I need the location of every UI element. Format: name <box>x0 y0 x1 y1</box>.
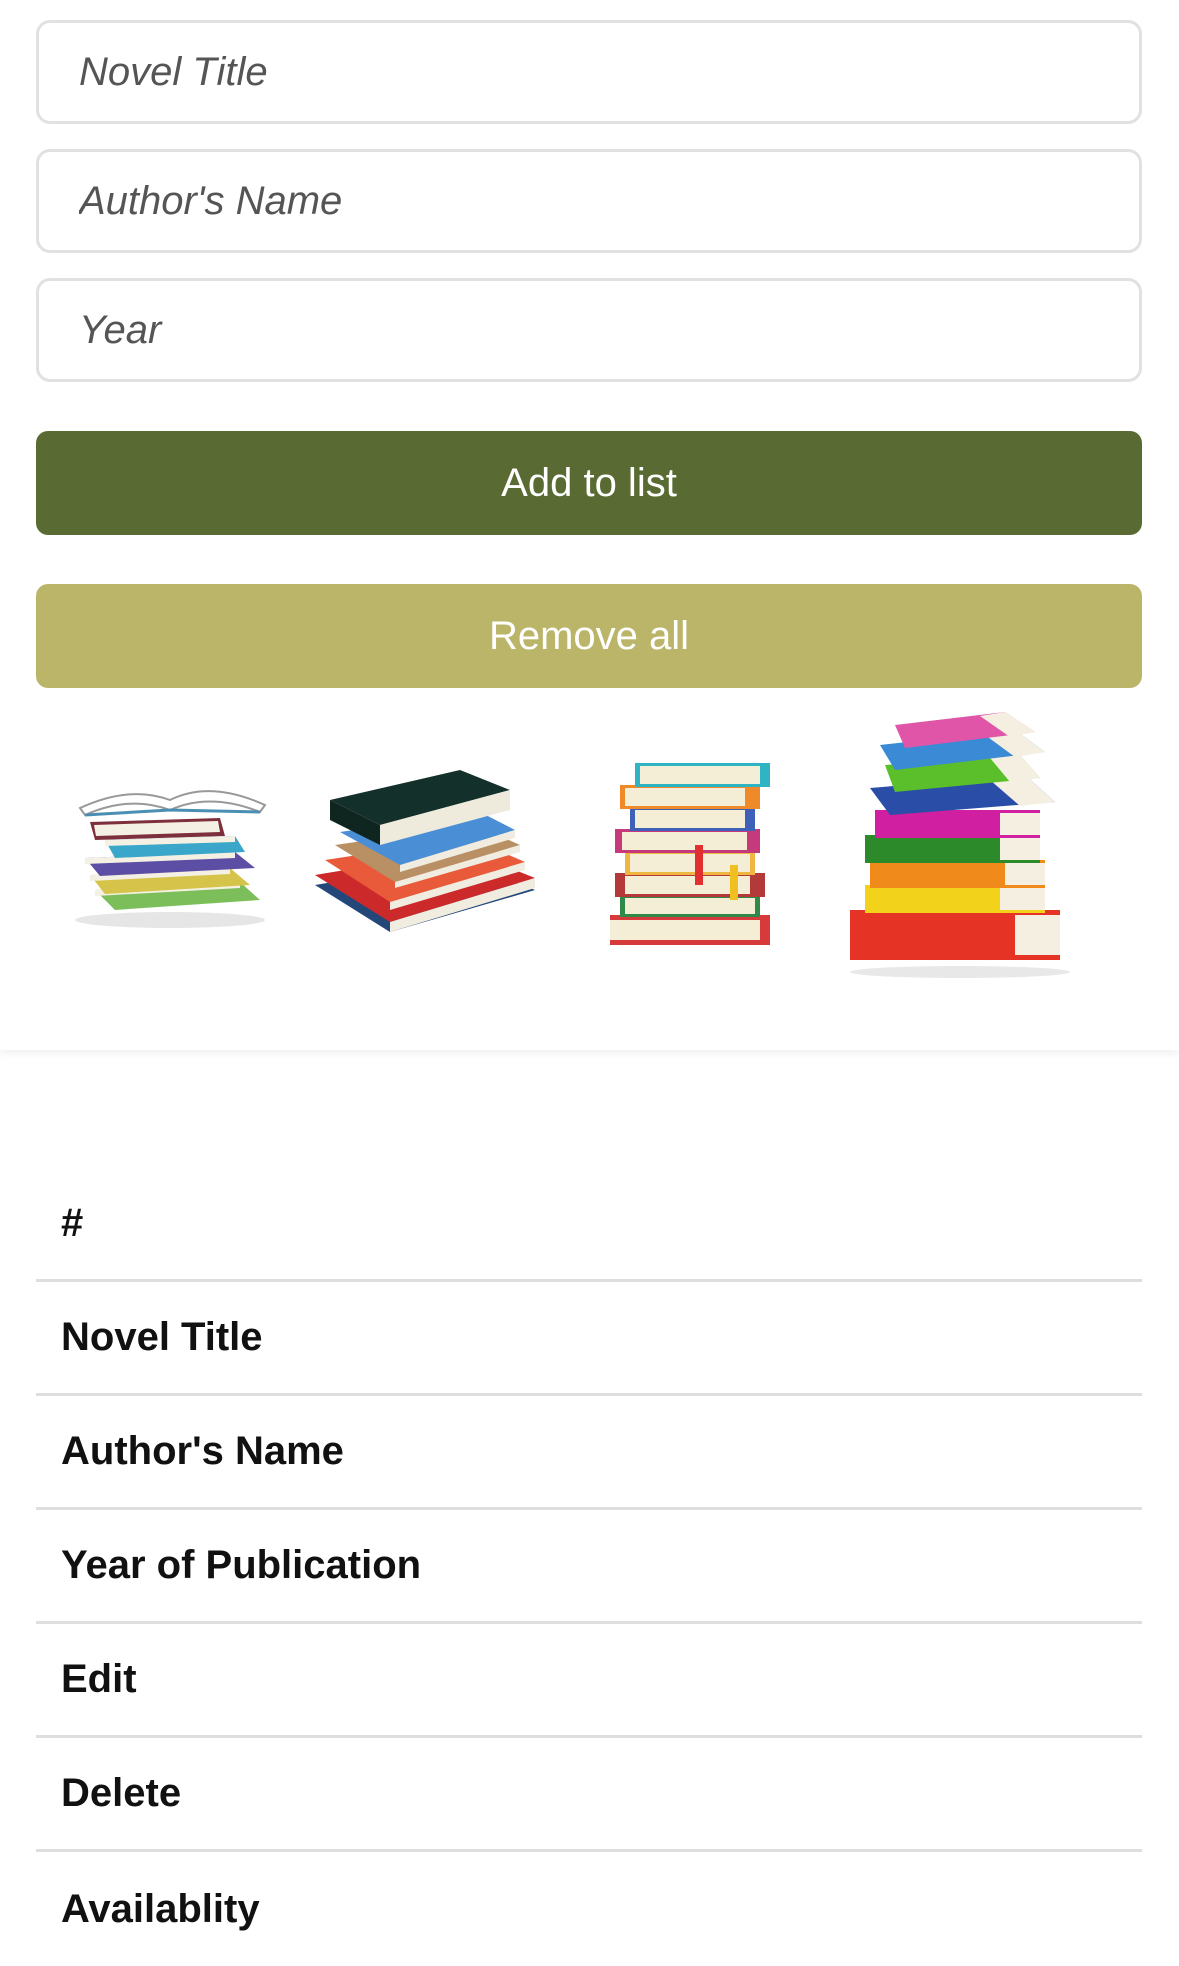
add-to-list-button[interactable]: Add to list <box>36 431 1142 535</box>
header-delete: Delete <box>36 1738 1142 1852</box>
book-stack-bookmarks-icon <box>610 763 770 945</box>
novel-table: # Novel Title Author's Name Year of Publ… <box>36 1168 1142 1966</box>
book-stack-open-icon <box>75 790 267 928</box>
remove-all-button[interactable]: Remove all <box>36 584 1142 688</box>
novel-title-input[interactable] <box>36 20 1142 124</box>
header-novel-title: Novel Title <box>36 1282 1142 1396</box>
header-availability: Availablity <box>61 1886 260 1931</box>
book-images-row <box>40 700 1140 990</box>
year-input[interactable] <box>36 278 1142 382</box>
header-author-name: Author's Name <box>36 1396 1142 1510</box>
header-index: # <box>36 1168 1142 1282</box>
author-name-input[interactable] <box>36 149 1142 253</box>
book-stack-dark-icon <box>315 770 535 932</box>
header-year: Year of Publication <box>36 1510 1142 1624</box>
form-section: Add to list Remove all <box>0 0 1179 1050</box>
book-stack-colorful-icon <box>850 712 1070 978</box>
header-edit: Edit <box>36 1624 1142 1738</box>
